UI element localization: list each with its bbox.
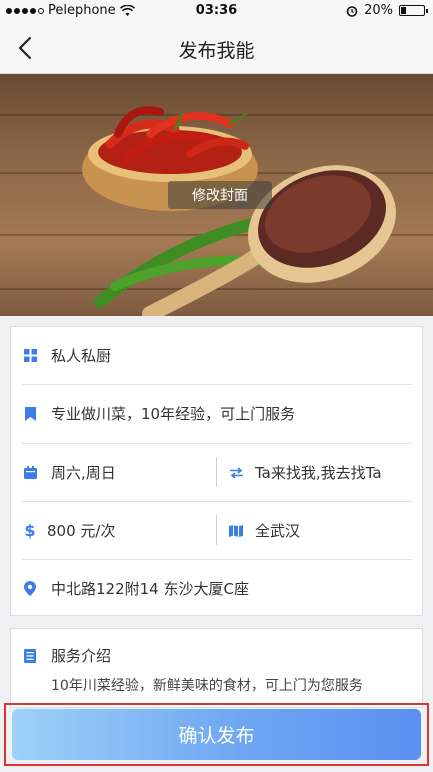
map-icon: [227, 522, 245, 540]
service-intro-card[interactable]: 服务介绍 10年川菜经验，新鲜美味的食材，可上门为您服务: [10, 628, 423, 708]
price-field[interactable]: $ 800 元/次: [21, 502, 211, 559]
address-value: 中北路122附14 东沙大厦C座: [51, 580, 249, 598]
intro-title: 服务介绍: [51, 647, 112, 665]
dollar-icon: $: [24, 521, 36, 540]
change-cover-button[interactable]: 修改封面: [168, 181, 272, 209]
address-row[interactable]: 中北路122附14 东沙大厦C座: [21, 560, 412, 617]
cover-image[interactable]: 修改封面: [0, 74, 433, 316]
category-row[interactable]: 私人私厨: [21, 327, 412, 384]
meeting-mode-value: Ta来找我,我去找Ta: [255, 464, 382, 482]
days-value: 周六,周日: [51, 464, 116, 482]
document-icon: [21, 647, 39, 665]
battery-percent: 20%: [364, 3, 393, 18]
service-form-card: 私人私厨 专业做川菜，10年经验，可上门服务 周六,周日 Ta来找我,我去找Ta…: [10, 326, 423, 616]
navigation-bar: 发布我能: [0, 22, 433, 74]
swap-arrows-icon: [227, 464, 245, 482]
days-field[interactable]: 周六,周日: [21, 444, 211, 501]
battery-icon: [399, 5, 428, 16]
confirm-publish-button[interactable]: 确认发布: [12, 709, 421, 760]
status-bar: Pelephone 03:36 20%: [0, 0, 433, 22]
page-title: 发布我能: [178, 40, 255, 62]
status-right: 20%: [346, 3, 428, 18]
intro-title-row: 服务介绍: [21, 645, 111, 666]
description-row[interactable]: 专业做川菜，10年经验，可上门服务: [21, 385, 412, 442]
grid-icon: [21, 347, 39, 365]
alarm-clock-icon: [346, 5, 358, 17]
range-value: 全武汉: [255, 522, 301, 540]
bookmark-icon: [21, 405, 39, 423]
confirm-highlight-box: 确认发布: [4, 703, 429, 766]
category-value: 私人私厨: [51, 347, 112, 365]
price-value: 800 元/次: [47, 522, 116, 540]
description-value: 专业做川菜，10年经验，可上门服务: [51, 405, 296, 423]
intro-text: 10年川菜经验，新鲜美味的食材，可上门为您服务: [51, 678, 363, 694]
location-pin-icon: [21, 580, 39, 598]
calendar-icon: [21, 464, 39, 482]
meeting-mode-field[interactable]: Ta来找我,我去找Ta: [227, 444, 417, 501]
range-field[interactable]: 全武汉: [227, 502, 417, 559]
